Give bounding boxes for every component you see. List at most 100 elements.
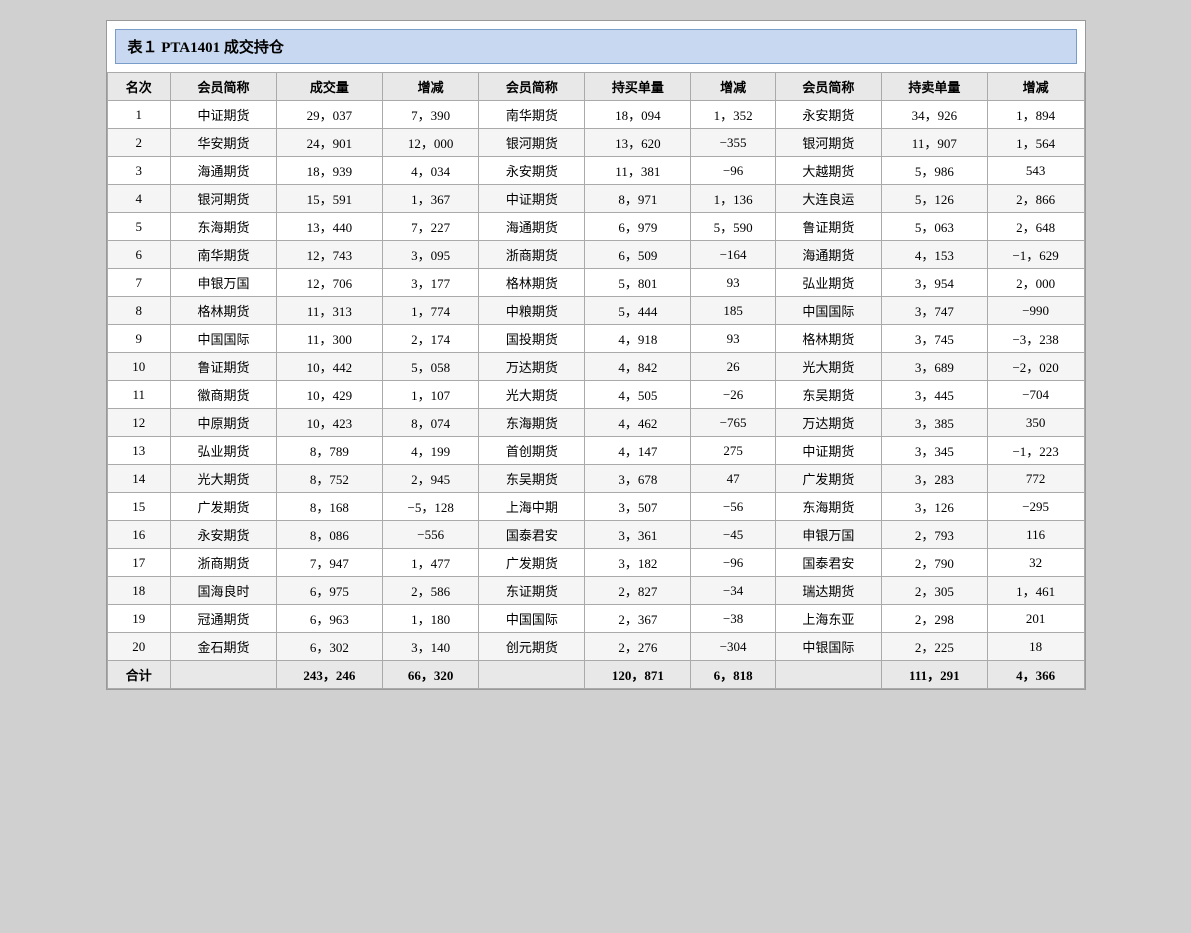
cell-r16-c9: 32 [987, 549, 1084, 577]
cell-r9-c2: 10，442 [276, 353, 382, 381]
cell-r4-c8: 5，063 [881, 213, 987, 241]
cell-r4-c7: 鲁证期货 [775, 213, 881, 241]
cell-r15-c9: 116 [987, 521, 1084, 549]
cell-r1-c9: 1，564 [987, 129, 1084, 157]
cell-r8-c0: 9 [107, 325, 171, 353]
cell-r15-c3: −556 [382, 521, 479, 549]
cell-r11-c3: 8，074 [382, 409, 479, 437]
cell-r6-c8: 3，954 [881, 269, 987, 297]
cell-r11-c0: 12 [107, 409, 171, 437]
cell-r1-c4: 银河期货 [479, 129, 585, 157]
cell-r0-c6: 1，352 [691, 101, 776, 129]
cell-r1-c7: 银河期货 [775, 129, 881, 157]
cell-r3-c8: 5，126 [881, 185, 987, 213]
table-row: 9中国国际11，3002，174国投期货4，91893格林期货3，745−3，2… [107, 325, 1084, 353]
cell-r10-c5: 4，505 [585, 381, 691, 409]
table-row: 16永安期货8，086−556国泰君安3，361−45申银万国2，793116 [107, 521, 1084, 549]
table-row: 19冠通期货6，9631，180中国国际2，367−38上海东亚2，298201 [107, 605, 1084, 633]
cell-r14-c2: 8，168 [276, 493, 382, 521]
cell-r0-c0: 1 [107, 101, 171, 129]
header-row: 名次会员简称成交量增减会员简称持买单量增减会员简称持卖单量增减 [107, 73, 1084, 101]
cell-r1-c5: 13，620 [585, 129, 691, 157]
cell-r5-c1: 南华期货 [171, 241, 277, 269]
cell-r13-c3: 2，945 [382, 465, 479, 493]
cell-r5-c6: −164 [691, 241, 776, 269]
cell-r12-c8: 3，345 [881, 437, 987, 465]
cell-r0-c4: 南华期货 [479, 101, 585, 129]
cell-r8-c3: 2，174 [382, 325, 479, 353]
cell-r7-c6: 185 [691, 297, 776, 325]
cell-r19-c5: 2，276 [585, 633, 691, 661]
cell-r5-c8: 4，153 [881, 241, 987, 269]
cell-r15-c0: 16 [107, 521, 171, 549]
cell-r12-c2: 8，789 [276, 437, 382, 465]
cell-r3-c5: 8，971 [585, 185, 691, 213]
cell-r5-c9: −1，629 [987, 241, 1084, 269]
cell-r4-c2: 13，440 [276, 213, 382, 241]
column-header-7: 会员简称 [775, 73, 881, 101]
cell-r6-c0: 7 [107, 269, 171, 297]
cell-r13-c7: 广发期货 [775, 465, 881, 493]
cell-r9-c5: 4，842 [585, 353, 691, 381]
column-header-6: 增减 [691, 73, 776, 101]
cell-r6-c2: 12，706 [276, 269, 382, 297]
cell-r5-c0: 6 [107, 241, 171, 269]
total-cell-8: 111，291 [881, 661, 987, 689]
cell-r16-c3: 1，477 [382, 549, 479, 577]
cell-r19-c3: 3，140 [382, 633, 479, 661]
cell-r18-c1: 冠通期货 [171, 605, 277, 633]
table-row: 6南华期货12，7433，095浙商期货6，509−164海通期货4，153−1… [107, 241, 1084, 269]
cell-r9-c3: 5，058 [382, 353, 479, 381]
cell-r19-c2: 6，302 [276, 633, 382, 661]
cell-r8-c4: 国投期货 [479, 325, 585, 353]
cell-r7-c7: 中国国际 [775, 297, 881, 325]
column-header-9: 增减 [987, 73, 1084, 101]
cell-r1-c6: −355 [691, 129, 776, 157]
cell-r8-c1: 中国国际 [171, 325, 277, 353]
cell-r18-c7: 上海东亚 [775, 605, 881, 633]
cell-r15-c8: 2，793 [881, 521, 987, 549]
cell-r17-c1: 国海良时 [171, 577, 277, 605]
cell-r3-c7: 大连良运 [775, 185, 881, 213]
cell-r7-c3: 1，774 [382, 297, 479, 325]
cell-r6-c5: 5，801 [585, 269, 691, 297]
cell-r11-c4: 东海期货 [479, 409, 585, 437]
cell-r5-c7: 海通期货 [775, 241, 881, 269]
cell-r17-c7: 瑞达期货 [775, 577, 881, 605]
table-row: 5东海期货13，4407，227海通期货6，9795，590鲁证期货5，0632… [107, 213, 1084, 241]
table-row: 15广发期货8，168−5，128上海中期3，507−56东海期货3，126−2… [107, 493, 1084, 521]
cell-r6-c7: 弘业期货 [775, 269, 881, 297]
cell-r9-c1: 鲁证期货 [171, 353, 277, 381]
cell-r14-c8: 3，126 [881, 493, 987, 521]
cell-r19-c4: 创元期货 [479, 633, 585, 661]
cell-r19-c9: 18 [987, 633, 1084, 661]
cell-r10-c1: 徽商期货 [171, 381, 277, 409]
table-row: 11徽商期货10，4291，107光大期货4，505−26东吴期货3，445−7… [107, 381, 1084, 409]
cell-r0-c8: 34，926 [881, 101, 987, 129]
cell-r19-c6: −304 [691, 633, 776, 661]
cell-r2-c0: 3 [107, 157, 171, 185]
cell-r1-c8: 11，907 [881, 129, 987, 157]
cell-r13-c4: 东吴期货 [479, 465, 585, 493]
cell-r10-c9: −704 [987, 381, 1084, 409]
cell-r14-c4: 上海中期 [479, 493, 585, 521]
cell-r8-c9: −3，238 [987, 325, 1084, 353]
cell-r12-c5: 4，147 [585, 437, 691, 465]
cell-r15-c2: 8，086 [276, 521, 382, 549]
table-row: 18国海良时6，9752，586东证期货2，827−34瑞达期货2，3051，4… [107, 577, 1084, 605]
cell-r17-c2: 6，975 [276, 577, 382, 605]
cell-r5-c3: 3，095 [382, 241, 479, 269]
cell-r13-c2: 8，752 [276, 465, 382, 493]
cell-r12-c3: 4，199 [382, 437, 479, 465]
cell-r8-c5: 4，918 [585, 325, 691, 353]
cell-r3-c0: 4 [107, 185, 171, 213]
cell-r15-c5: 3，361 [585, 521, 691, 549]
column-header-4: 会员简称 [479, 73, 585, 101]
cell-r19-c7: 中银国际 [775, 633, 881, 661]
cell-r18-c4: 中国国际 [479, 605, 585, 633]
cell-r2-c9: 543 [987, 157, 1084, 185]
cell-r0-c5: 18，094 [585, 101, 691, 129]
cell-r14-c3: −5，128 [382, 493, 479, 521]
cell-r11-c2: 10，423 [276, 409, 382, 437]
cell-r16-c0: 17 [107, 549, 171, 577]
